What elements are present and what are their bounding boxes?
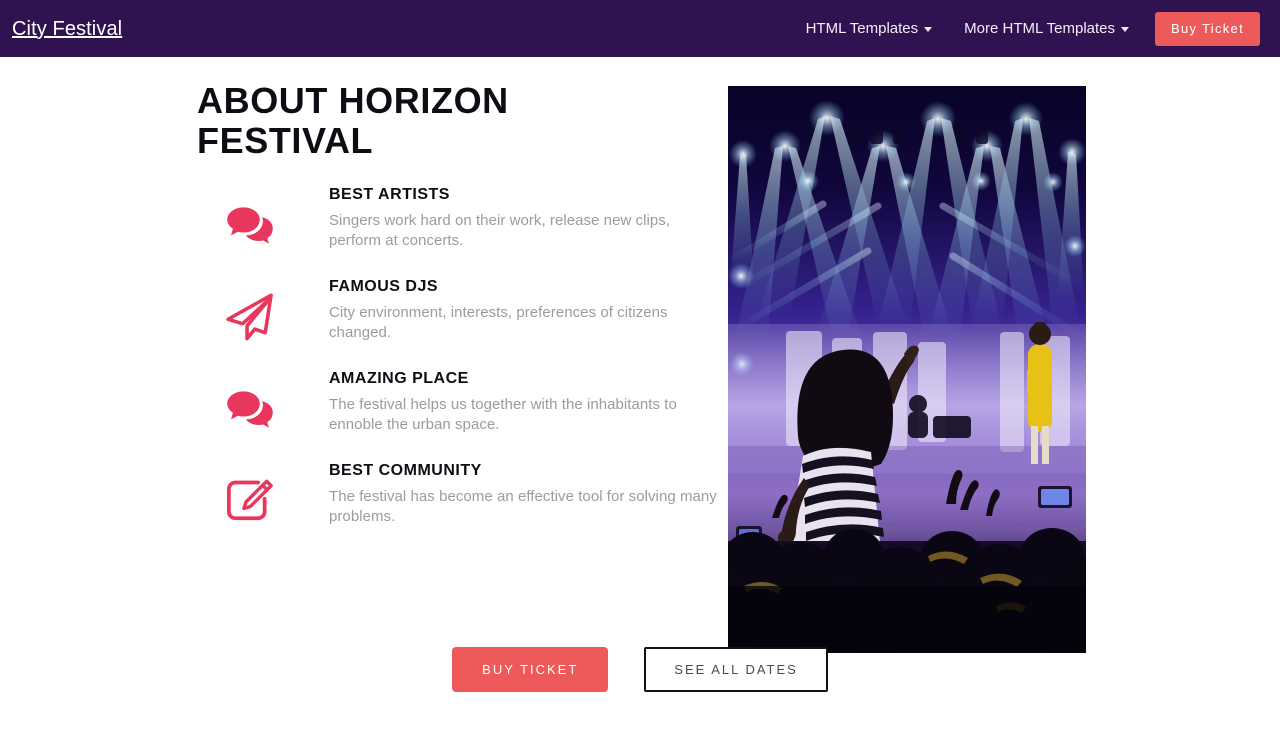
paper-plane-icon [222, 292, 278, 344]
page-title: About Horizon Festival [197, 80, 509, 161]
feature-description: Singers work hard on their work, release… [329, 212, 671, 249]
feature-list: Best Artists Singers work hard on their … [197, 182, 717, 550]
feature-item-best-community: Best Community The festival has become a… [197, 458, 717, 550]
nav-item-label: HTML Templates [805, 19, 919, 37]
feature-description: City environment, interests, preferences… [329, 304, 668, 341]
feature-item-best-artists: Best Artists Singers work hard on their … [197, 182, 717, 274]
nav-item-more-html-templates[interactable]: More HTML Templates [948, 20, 1145, 38]
chat-bubbles-icon [222, 384, 278, 436]
nav-links: HTML Templates More HTML Templates Buy T… [790, 0, 1260, 57]
feature-title: Best Community [329, 462, 482, 479]
feature-item-famous-djs: Famous DJs City environment, interests, … [197, 274, 717, 366]
buy-ticket-button[interactable]: BUY TICKET [452, 647, 609, 692]
edit-square-icon [222, 476, 278, 528]
feature-title: Best Artists [329, 186, 450, 203]
nav-item-html-templates[interactable]: HTML Templates [790, 20, 949, 38]
feature-title: Famous DJs [329, 278, 439, 295]
feature-item-amazing-place: Amazing Place The festival helps us toge… [197, 366, 717, 458]
nav-item-label: More HTML Templates [964, 19, 1116, 37]
feature-description: The festival helps us together with the … [329, 396, 677, 433]
brand-logo[interactable]: City Festival [12, 17, 122, 41]
see-all-dates-button[interactable]: SEE ALL DATES [644, 647, 828, 692]
feature-title: Amazing Place [329, 370, 469, 387]
feature-description: The festival has become an effective too… [329, 488, 717, 525]
cta-button-group: BUY TICKET SEE ALL DATES [0, 647, 1280, 692]
chevron-down-icon [924, 27, 933, 32]
navbar: City Festival HTML Templates More HTML T… [0, 0, 1280, 57]
chevron-down-icon [1121, 27, 1130, 32]
chat-bubbles-icon [222, 200, 278, 252]
buy-ticket-nav-button[interactable]: Buy Ticket [1155, 11, 1260, 46]
main-content: About Horizon Festival Best Artists Sing… [0, 57, 1280, 756]
festival-photo [728, 86, 1086, 653]
